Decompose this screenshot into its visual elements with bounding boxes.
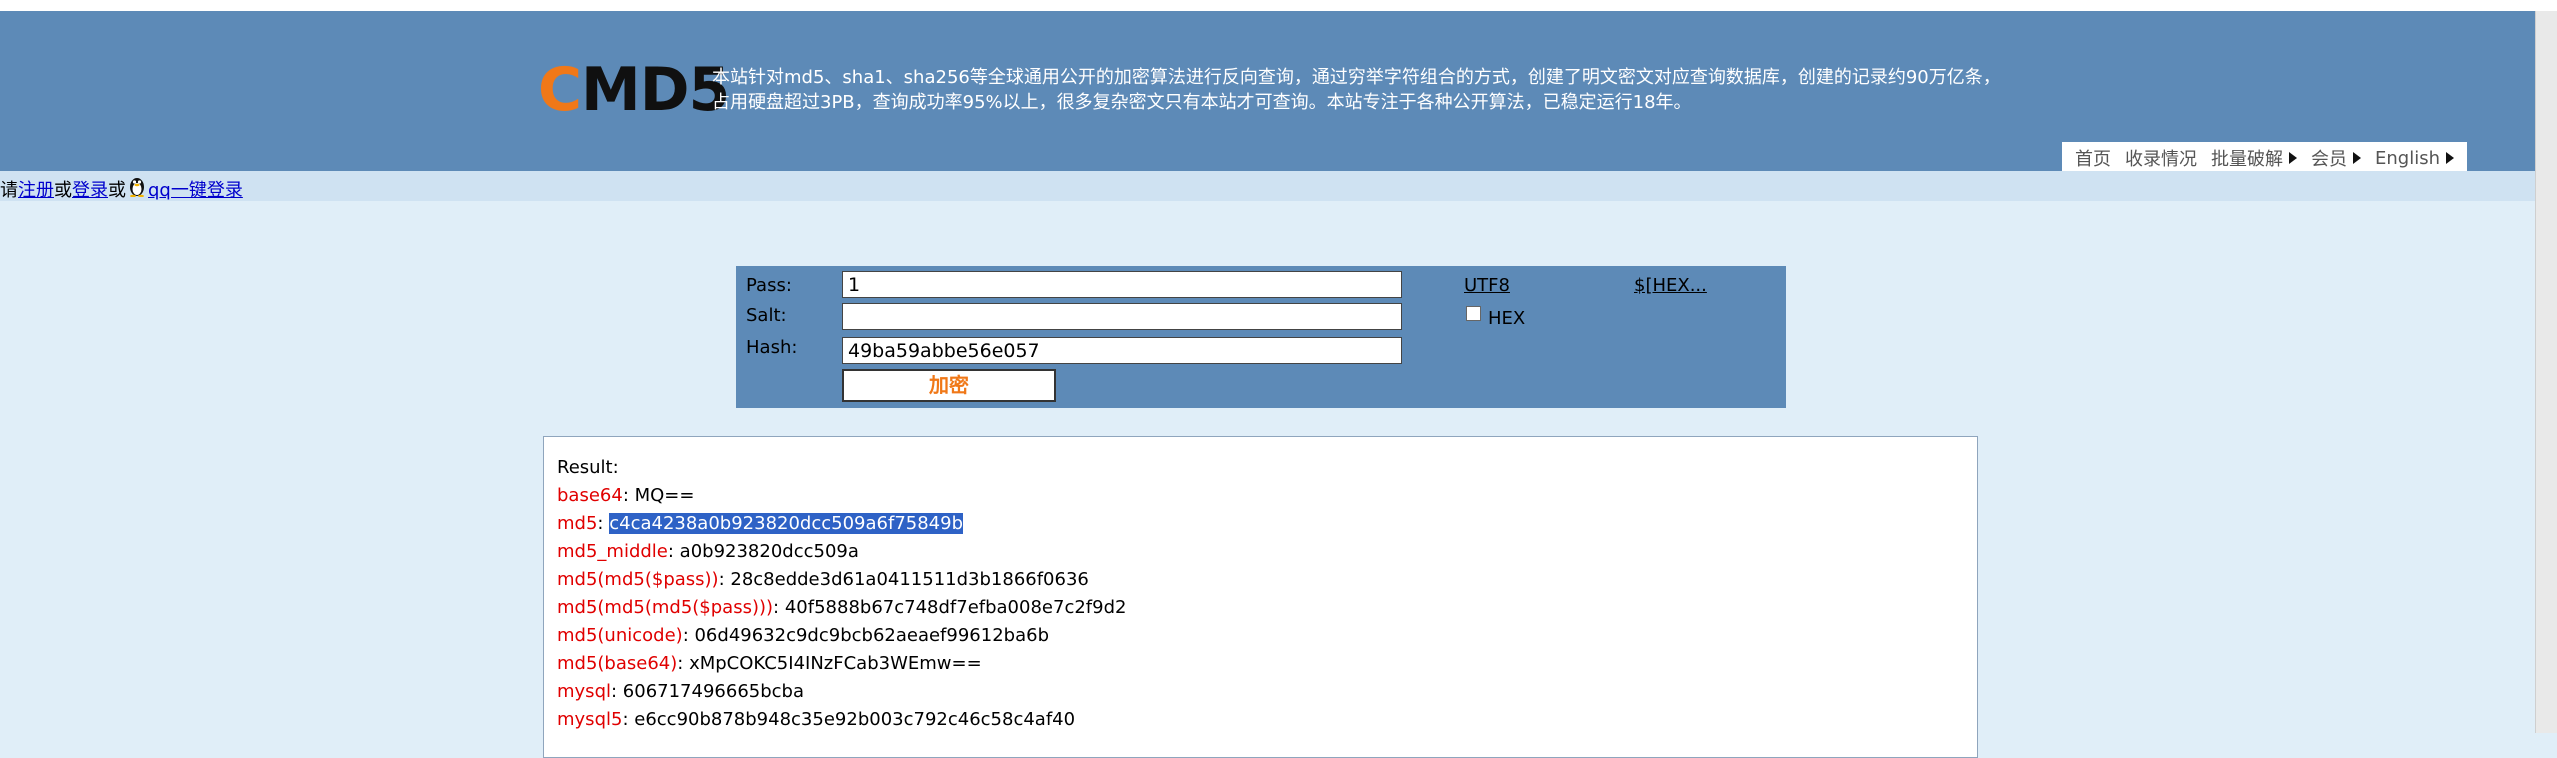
login-or-1: 或 — [54, 180, 72, 201]
result-separator: : — [667, 541, 680, 562]
intro-line-1: 本站针对md5、sha1、sha256等全球通用公开的加密算法进行反向查询，通过… — [712, 67, 2001, 88]
result-value[interactable]: 606717496665bcba — [623, 681, 804, 702]
result-key: md5_middle — [557, 541, 668, 562]
pass-label: Pass: — [746, 275, 792, 296]
result-separator: : — [773, 597, 785, 618]
result-key: base64 — [557, 485, 623, 506]
nav-records-label: 收录情况 — [2125, 149, 2197, 170]
hash-label: Hash: — [746, 337, 798, 358]
salt-label: Salt: — [746, 305, 787, 326]
nav-home-label: 首页 — [2075, 149, 2111, 170]
qq-login-link[interactable]: qq一键登录 — [148, 176, 243, 202]
nav-records[interactable]: 收录情况 — [2125, 145, 2197, 171]
result-panel: Result: base64: MQ== md5: c4ca4238a0b9238… — [543, 436, 1978, 758]
encrypt-form: Pass: Salt: Hash: UTF8 $[HEX... HEX 加密 — [736, 266, 1786, 408]
nav-english-label: English — [2375, 147, 2440, 169]
result-row: md5(unicode): 06d49632c9dc9bcb62aeaef996… — [557, 622, 1126, 650]
result-key: md5(md5(md5($pass))) — [557, 597, 774, 618]
result-value[interactable]: xMpCOKC5I4INzFCab3WEmw== — [689, 653, 982, 674]
logo-letter-c: C — [538, 55, 582, 125]
result-separator: : — [622, 709, 635, 730]
result-value[interactable]: a0b923820dcc509a — [680, 541, 859, 562]
result-rows: base64: MQ== md5: c4ca4238a0b923820dcc509… — [557, 482, 1126, 734]
nav-batch[interactable]: 批量破解 — [2211, 145, 2297, 171]
login-link[interactable]: 登录 — [72, 176, 108, 202]
result-value[interactable]: e6cc90b878b948c35e92b003c792c46c58c4af40 — [634, 709, 1075, 730]
result-key: md5(unicode) — [557, 625, 683, 646]
cmd5-logo[interactable]: CMD5 — [538, 55, 730, 125]
result-row: mysql: 606717496665bcba — [557, 678, 1126, 706]
login-or-2: 或 — [108, 180, 126, 201]
vertical-scrollbar[interactable] — [2535, 11, 2557, 733]
result-separator: : — [597, 513, 610, 534]
encrypt-button[interactable]: 加密 — [842, 369, 1056, 402]
salt-input[interactable] — [842, 303, 1402, 330]
register-link[interactable]: 注册 — [18, 176, 54, 202]
qq-penguin-icon[interactable] — [128, 175, 146, 198]
caret-right-icon — [2289, 152, 2297, 164]
result-separator: : — [677, 653, 690, 674]
nav-member[interactable]: 会员 — [2311, 145, 2361, 171]
result-key: md5(base64) — [557, 653, 678, 674]
login-prefix: 请 — [0, 180, 18, 201]
caret-right-icon — [2353, 152, 2361, 164]
result-value[interactable]: 28c8edde3d61a0411511d3b1866f0636 — [730, 569, 1089, 590]
intro-line-2: 占用硬盘超过3PB，查询成功率95%以上，很多复杂密文只有本站才可查询。本站专注… — [712, 92, 1692, 113]
result-key: mysql5 — [557, 709, 623, 730]
result-separator: : — [718, 569, 731, 590]
hash-input[interactable] — [842, 337, 1402, 364]
result-separator: : — [682, 625, 695, 646]
result-value[interactable]: MQ== — [635, 485, 695, 506]
result-value[interactable]: c4ca4238a0b923820dcc509a6f75849b — [609, 513, 964, 534]
nav-batch-label: 批量破解 — [2211, 149, 2283, 170]
result-key: mysql — [557, 681, 611, 702]
result-row: base64: MQ== — [557, 482, 1126, 510]
main-nav: 首页 收录情况 批量破解 会员 English — [2062, 142, 2467, 174]
result-row: md5(base64): xMpCOKC5I4INzFCab3WEmw== — [557, 650, 1126, 678]
result-row: mysql5: e6cc90b878b948c35e92b003c792c46c… — [557, 706, 1126, 734]
nav-english[interactable]: English — [2375, 148, 2454, 169]
result-value[interactable]: 06d49632c9dc9bcb62aeaef99612ba6b — [694, 625, 1049, 646]
result-title: Result: — [557, 457, 619, 478]
result-separator: : — [611, 681, 623, 702]
result-key: md5 — [557, 513, 598, 534]
result-row: md5_middle: a0b923820dcc509a — [557, 538, 1126, 566]
result-row: md5: c4ca4238a0b923820dcc509a6f75849b — [557, 510, 1126, 538]
site-header: CMD5 本站针对md5、sha1、sha256等全球通用公开的加密算法进行反向… — [0, 11, 2535, 174]
login-bar: 请 注册 或 登录 或 qq一键登录 — [0, 171, 2535, 201]
result-row: md5(md5($pass)): 28c8edde3d61a0411511d3b… — [557, 566, 1126, 594]
top-gap — [0, 0, 2557, 11]
nav-member-label: 会员 — [2311, 149, 2347, 170]
hex-checkbox[interactable] — [1466, 306, 1481, 321]
result-content: Result: base64: MQ== md5: c4ca4238a0b9238… — [557, 454, 1126, 734]
site-intro: 本站针对md5、sha1、sha256等全球通用公开的加密算法进行反向查询，通过… — [712, 65, 2012, 115]
caret-right-icon — [2446, 152, 2454, 164]
pass-input[interactable] — [842, 271, 1402, 298]
hex-link[interactable]: $[HEX... — [1634, 275, 1707, 296]
utf8-link[interactable]: UTF8 — [1464, 275, 1510, 296]
result-row: md5(md5(md5($pass))): 40f5888b67c748df7e… — [557, 594, 1126, 622]
logo-text: MD5 — [581, 55, 730, 125]
nav-home[interactable]: 首页 — [2075, 145, 2111, 171]
hex-checkbox-label: HEX — [1488, 308, 1526, 329]
result-value[interactable]: 40f5888b67c748df7efba008e7c2f9d2 — [785, 597, 1127, 618]
result-separator: : — [622, 485, 635, 506]
result-key: md5(md5($pass)) — [557, 569, 719, 590]
